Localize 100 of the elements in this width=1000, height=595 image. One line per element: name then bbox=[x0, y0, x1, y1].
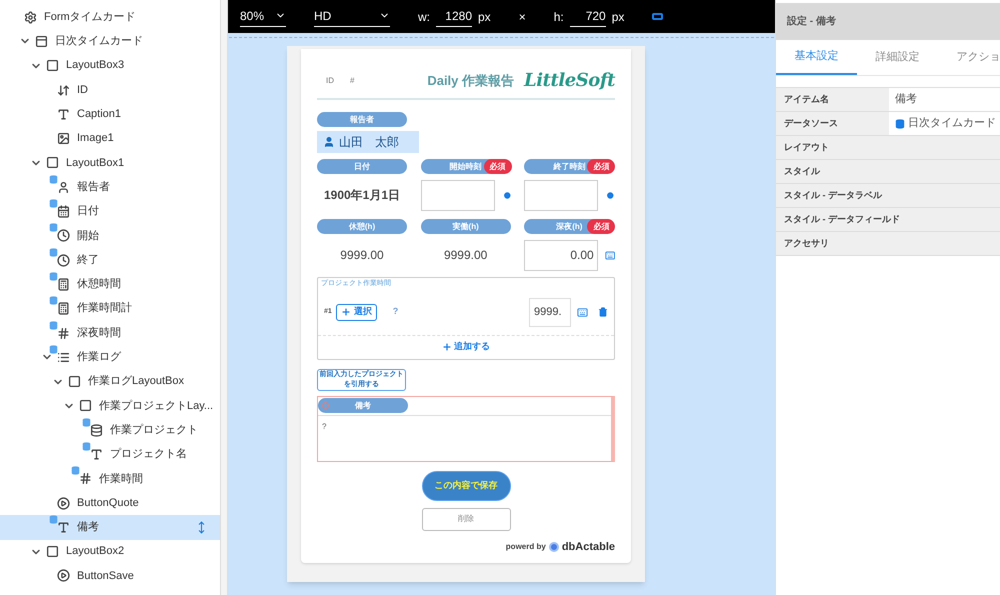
delete-button[interactable]: 削除 bbox=[422, 508, 510, 530]
tree-item[interactable]: 作業ログLayoutBox bbox=[0, 369, 220, 394]
time-field[interactable] bbox=[524, 180, 598, 210]
preset-select[interactable]: HD bbox=[314, 6, 390, 26]
tree-item[interactable]: 日次タイムカード bbox=[0, 29, 220, 54]
letter-icon bbox=[90, 448, 103, 461]
tree-item[interactable]: ButtonQuote bbox=[0, 490, 220, 516]
required-badge: 必須 bbox=[587, 159, 616, 174]
required-badge: 必須 bbox=[484, 159, 512, 174]
database-icon bbox=[895, 118, 905, 128]
id-value: # bbox=[350, 74, 354, 86]
tree-item[interactable]: 作業時間計 bbox=[0, 296, 220, 321]
tree-item[interactable]: ButtonSave bbox=[0, 564, 220, 588]
tree-label: LayoutBox2 bbox=[66, 544, 124, 560]
tree-label: Caption1 bbox=[77, 107, 122, 122]
property-label: スタイル - データラベル bbox=[784, 188, 882, 202]
tree-item[interactable]: 報告者 bbox=[0, 175, 220, 200]
tree-item[interactable]: LayoutBox1 bbox=[0, 150, 220, 176]
tree-item[interactable]: 作業時間 bbox=[0, 466, 220, 491]
tree-item[interactable]: LayoutBox2 bbox=[0, 540, 220, 564]
tree-label: ButtonSave bbox=[77, 568, 134, 584]
tree-item[interactable]: Caption1 bbox=[0, 102, 220, 126]
tree-label: 報告者 bbox=[77, 180, 110, 195]
sort-icon bbox=[57, 84, 70, 97]
property-label: アイテム名 bbox=[784, 92, 829, 106]
settings-icon bbox=[24, 10, 37, 24]
tree-label: 開始 bbox=[77, 228, 99, 244]
tree-label: 作業時間 bbox=[99, 472, 143, 487]
tree-label: プロジェクト名 bbox=[110, 446, 187, 462]
add-button[interactable]: 追加する bbox=[318, 336, 614, 358]
property-label: レイアウト bbox=[784, 140, 829, 154]
tree-item[interactable]: プロジェクト名 bbox=[0, 442, 220, 467]
brand-logo-icon bbox=[548, 542, 559, 552]
tree-item[interactable]: 開始 bbox=[0, 224, 220, 248]
powered-by-text: powerd by bbox=[506, 540, 546, 553]
square-icon bbox=[68, 375, 81, 388]
window-icon bbox=[35, 34, 48, 48]
hours-field[interactable]: 9999. bbox=[529, 298, 571, 326]
tab[interactable]: 詳細設定 bbox=[857, 40, 938, 75]
zoom-select[interactable]: 80% bbox=[240, 6, 286, 26]
field-label: 深夜(h) 必須 bbox=[524, 219, 614, 234]
tree-item[interactable]: ID bbox=[0, 78, 220, 102]
time-field[interactable] bbox=[420, 180, 495, 210]
calculator-icon bbox=[57, 278, 70, 291]
field-value: 9999.00 bbox=[442, 247, 488, 264]
times-sign: × bbox=[518, 8, 526, 26]
tree-label: Formタイムカード bbox=[44, 10, 136, 25]
tree-item[interactable]: 休憩時間 bbox=[0, 272, 220, 297]
field-value: 9999.00 bbox=[339, 247, 385, 264]
project-name: ? bbox=[392, 305, 398, 318]
tree-item[interactable]: 備考 bbox=[0, 515, 220, 540]
number-field[interactable]: 0.00 bbox=[524, 240, 598, 270]
landscape-icon[interactable] bbox=[652, 13, 664, 20]
tree-item[interactable]: Image1 bbox=[0, 126, 220, 151]
panel-title: 設定 - 備考 bbox=[776, 3, 1000, 40]
id-label: ID bbox=[325, 74, 335, 86]
unit-label: px bbox=[478, 8, 491, 26]
field-label: 終了時刻 必須 bbox=[524, 159, 614, 174]
tab[interactable]: 基本設定 bbox=[776, 40, 857, 75]
tree-label: Image1 bbox=[77, 131, 114, 146]
property-value[interactable]: 備考 bbox=[889, 88, 1000, 111]
tree-item[interactable]: 終了 bbox=[0, 248, 220, 272]
property-label: アクセサリ bbox=[784, 236, 829, 250]
tree-item[interactable]: 作業プロジェクトLay... bbox=[0, 394, 220, 418]
trash-icon[interactable] bbox=[598, 307, 608, 317]
tree-label: 日付 bbox=[77, 204, 99, 220]
square-icon bbox=[46, 545, 59, 558]
hash-icon bbox=[57, 326, 70, 340]
tab[interactable]: アクショ bbox=[938, 40, 1000, 75]
reporter-field: 山田 太郎 bbox=[317, 131, 419, 153]
tree-label: 作業ログ bbox=[77, 350, 121, 366]
person-icon bbox=[323, 136, 335, 148]
tree-item[interactable]: Formタイムカード bbox=[0, 5, 220, 30]
tree-item[interactable]: 作業ログ bbox=[0, 345, 220, 370]
list-icon bbox=[57, 350, 70, 364]
tree-label: 作業ログLayoutBox bbox=[88, 374, 184, 390]
hash-icon bbox=[79, 472, 92, 486]
field-label: 開始時刻 必須 bbox=[420, 159, 511, 174]
property-label: スタイル bbox=[784, 164, 820, 178]
calendar-icon bbox=[57, 205, 70, 218]
tree-label: 作業プロジェクトLay... bbox=[99, 398, 214, 414]
height-field[interactable]: 720 bbox=[570, 6, 606, 26]
tree-item[interactable]: 深夜時間 bbox=[0, 320, 220, 346]
keyboard-icon[interactable] bbox=[577, 306, 588, 318]
width-field[interactable]: 1280 bbox=[436, 6, 472, 26]
tree-item[interactable]: LayoutBox3 bbox=[0, 54, 220, 78]
tree-item[interactable]: 作業プロジェクト bbox=[0, 418, 220, 442]
property-value[interactable]: 日次タイムカード bbox=[889, 112, 1000, 135]
tree-label: 休憩時間 bbox=[77, 277, 121, 292]
select-button[interactable]: 選択 bbox=[336, 304, 377, 320]
keyboard-icon[interactable] bbox=[604, 250, 615, 260]
tree-item[interactable]: 日付 bbox=[0, 199, 220, 224]
calculator-icon bbox=[57, 302, 70, 316]
field-label: 実働(h) bbox=[420, 219, 511, 234]
unit-label: px bbox=[612, 8, 624, 26]
field-label: 日付 bbox=[317, 159, 407, 174]
logo: LittleSoft bbox=[524, 69, 615, 93]
required-badge: 必須 bbox=[587, 219, 616, 234]
field-label: 休憩(h) bbox=[317, 219, 407, 234]
tree-label: LayoutBox3 bbox=[66, 58, 124, 74]
